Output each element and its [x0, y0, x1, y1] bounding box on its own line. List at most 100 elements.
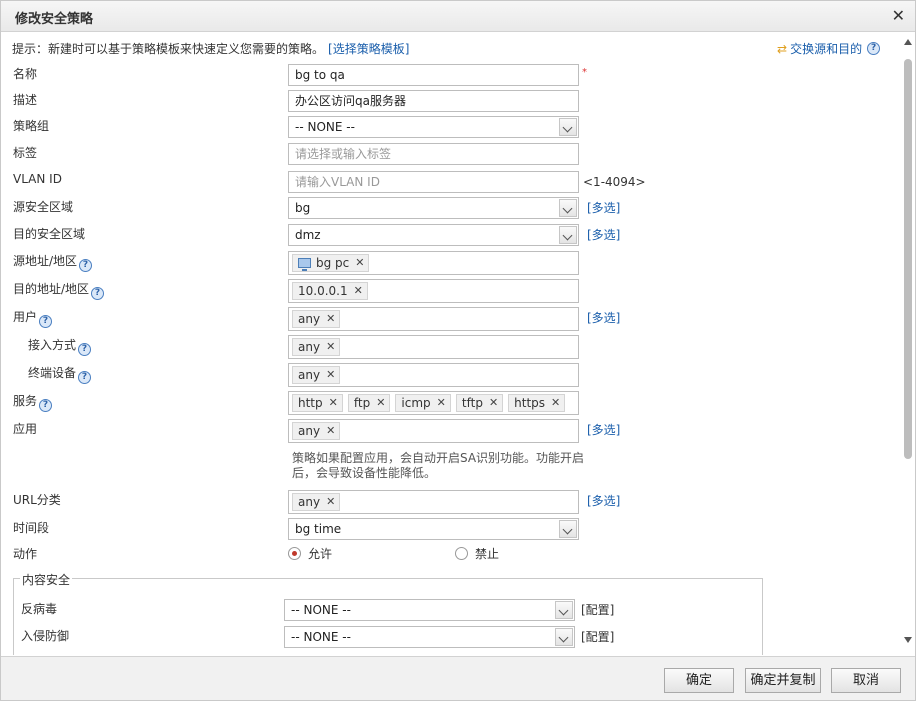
dst-zone-select[interactable]: dmz: [288, 224, 579, 246]
ok-button[interactable]: 确定: [664, 668, 734, 693]
application-tag: any ✕: [292, 422, 341, 440]
dst-addr-label-text: 目的地址/地区: [13, 282, 90, 296]
application-tagbox[interactable]: any ✕: [288, 419, 579, 443]
remove-icon[interactable]: ✕: [437, 395, 446, 411]
antivirus-select[interactable]: -- NONE --: [284, 599, 575, 621]
application-label: 应用: [13, 422, 38, 436]
access-mode-label-text: 接入方式: [28, 338, 77, 352]
help-icon[interactable]: ?: [79, 259, 93, 272]
chevron-down-icon[interactable]: [559, 226, 577, 244]
policy-group-value: -- NONE --: [295, 120, 355, 134]
chevron-down-icon[interactable]: [555, 628, 573, 646]
tag-text: 10.0.0.1: [298, 284, 348, 298]
select-template-link[interactable]: [选择策略模板]: [328, 42, 409, 56]
src-zone-value: bg: [295, 201, 311, 215]
remove-icon[interactable]: ✕: [355, 255, 364, 271]
action-deny-radio[interactable]: 禁止: [455, 545, 499, 562]
terminal-tagbox[interactable]: any ✕: [288, 363, 579, 387]
name-input[interactable]: bg to qa: [288, 64, 579, 86]
radio-unchecked-icon[interactable]: [455, 547, 468, 560]
vlan-input[interactable]: 请输入VLAN ID: [288, 171, 579, 193]
scroll-down-icon[interactable]: [904, 637, 912, 643]
access-mode-tagbox[interactable]: any ✕: [288, 335, 579, 359]
tag-text: http: [298, 396, 323, 410]
remove-icon[interactable]: ✕: [354, 283, 363, 299]
remove-icon[interactable]: ✕: [326, 423, 335, 439]
required-mark: *: [582, 67, 587, 78]
chevron-down-icon[interactable]: [559, 199, 577, 217]
action-label: 动作: [13, 547, 38, 561]
user-tagbox[interactable]: any ✕: [288, 307, 579, 331]
src-zone-select[interactable]: bg: [288, 197, 579, 219]
antivirus-config-link[interactable]: [配置]: [581, 601, 614, 618]
src-zone-label: 源安全区域: [13, 200, 74, 214]
dst-addr-tagbox[interactable]: 10.0.0.1 ✕: [288, 279, 579, 303]
ok-and-copy-button[interactable]: 确定并复制: [745, 668, 821, 693]
radio-checked-icon[interactable]: [288, 547, 301, 560]
url-category-label: URL分类: [13, 493, 61, 507]
remove-icon[interactable]: ✕: [551, 395, 560, 411]
remove-icon[interactable]: ✕: [376, 395, 385, 411]
remove-icon[interactable]: ✕: [329, 395, 338, 411]
service-tagbox[interactable]: http ✕ ftp ✕ icmp ✕ tftp ✕ https ✕: [288, 391, 579, 415]
service-label: 服务?: [13, 392, 53, 412]
vertical-scrollbar[interactable]: [901, 37, 915, 649]
tag-label: 标签: [13, 146, 38, 160]
help-icon[interactable]: ?: [39, 315, 53, 328]
ips-config-link[interactable]: [配置]: [581, 628, 614, 645]
help-icon[interactable]: ?: [867, 42, 881, 55]
help-icon[interactable]: ?: [39, 399, 53, 412]
service-tag: ftp ✕: [347, 394, 391, 412]
dst-addr-tag: 10.0.0.1 ✕: [292, 282, 368, 300]
remove-icon[interactable]: ✕: [326, 311, 335, 327]
tag-text: any: [298, 312, 321, 326]
dialog-titlebar: 修改安全策略 ✕: [1, 1, 915, 32]
url-category-tag: any ✕: [292, 493, 341, 511]
action-deny-label: 禁止: [475, 547, 500, 561]
policy-group-select[interactable]: -- NONE --: [288, 116, 579, 138]
dst-zone-multi-link[interactable]: [多选]: [587, 226, 620, 243]
url-category-tagbox[interactable]: any ✕: [288, 490, 579, 514]
src-addr-label: 源地址/地区?: [13, 252, 93, 272]
tag-text: any: [298, 495, 321, 509]
chevron-down-icon[interactable]: [555, 601, 573, 619]
access-mode-tag: any ✕: [292, 338, 341, 356]
dst-addr-label: 目的地址/地区?: [13, 280, 105, 300]
schedule-select[interactable]: bg time: [288, 518, 579, 540]
action-allow-radio[interactable]: 允许: [288, 545, 332, 562]
user-label: 用户?: [13, 308, 53, 328]
form-content: 提示：新建时可以基于策略模板来快速定义您需要的策略。 [选择策略模板] ⇄ 交换源…: [1, 33, 901, 655]
help-icon[interactable]: ?: [78, 343, 92, 356]
help-icon[interactable]: ?: [78, 371, 92, 384]
scroll-thumb[interactable]: [904, 59, 912, 459]
src-zone-multi-link[interactable]: [多选]: [587, 199, 620, 216]
src-addr-label-text: 源地址/地区: [13, 254, 78, 268]
name-label: 名称: [13, 67, 38, 81]
dst-zone-label: 目的安全区域: [13, 227, 86, 241]
service-tag: http ✕: [292, 394, 343, 412]
application-multi-link[interactable]: [多选]: [587, 421, 620, 438]
tag-input[interactable]: 请选择或输入标签: [288, 143, 579, 165]
src-addr-tagbox[interactable]: bg pc ✕: [288, 251, 579, 275]
help-icon[interactable]: ?: [91, 287, 105, 300]
ips-select[interactable]: -- NONE --: [284, 626, 575, 648]
tag-text: bg pc: [316, 256, 350, 270]
cancel-button[interactable]: 取消: [831, 668, 901, 693]
swap-label: 交换源和目的: [790, 42, 863, 56]
remove-icon[interactable]: ✕: [326, 494, 335, 510]
service-tag: https ✕: [508, 394, 566, 412]
user-multi-link[interactable]: [多选]: [587, 309, 620, 326]
remove-icon[interactable]: ✕: [326, 339, 335, 355]
url-category-multi-link[interactable]: [多选]: [587, 492, 620, 509]
remove-icon[interactable]: ✕: [326, 367, 335, 383]
remove-icon[interactable]: ✕: [489, 395, 498, 411]
description-input[interactable]: 办公区访问qa服务器: [288, 90, 579, 112]
vlan-range: <1-4094>: [583, 175, 646, 189]
chevron-down-icon[interactable]: [559, 520, 577, 538]
tag-text: https: [514, 396, 546, 410]
swap-src-dst-link[interactable]: ⇄ 交换源和目的 ?: [777, 40, 881, 57]
chevron-down-icon[interactable]: [559, 118, 577, 136]
close-icon[interactable]: ✕: [892, 6, 905, 26]
scroll-up-icon[interactable]: [904, 39, 912, 45]
tag-text: any: [298, 340, 321, 354]
